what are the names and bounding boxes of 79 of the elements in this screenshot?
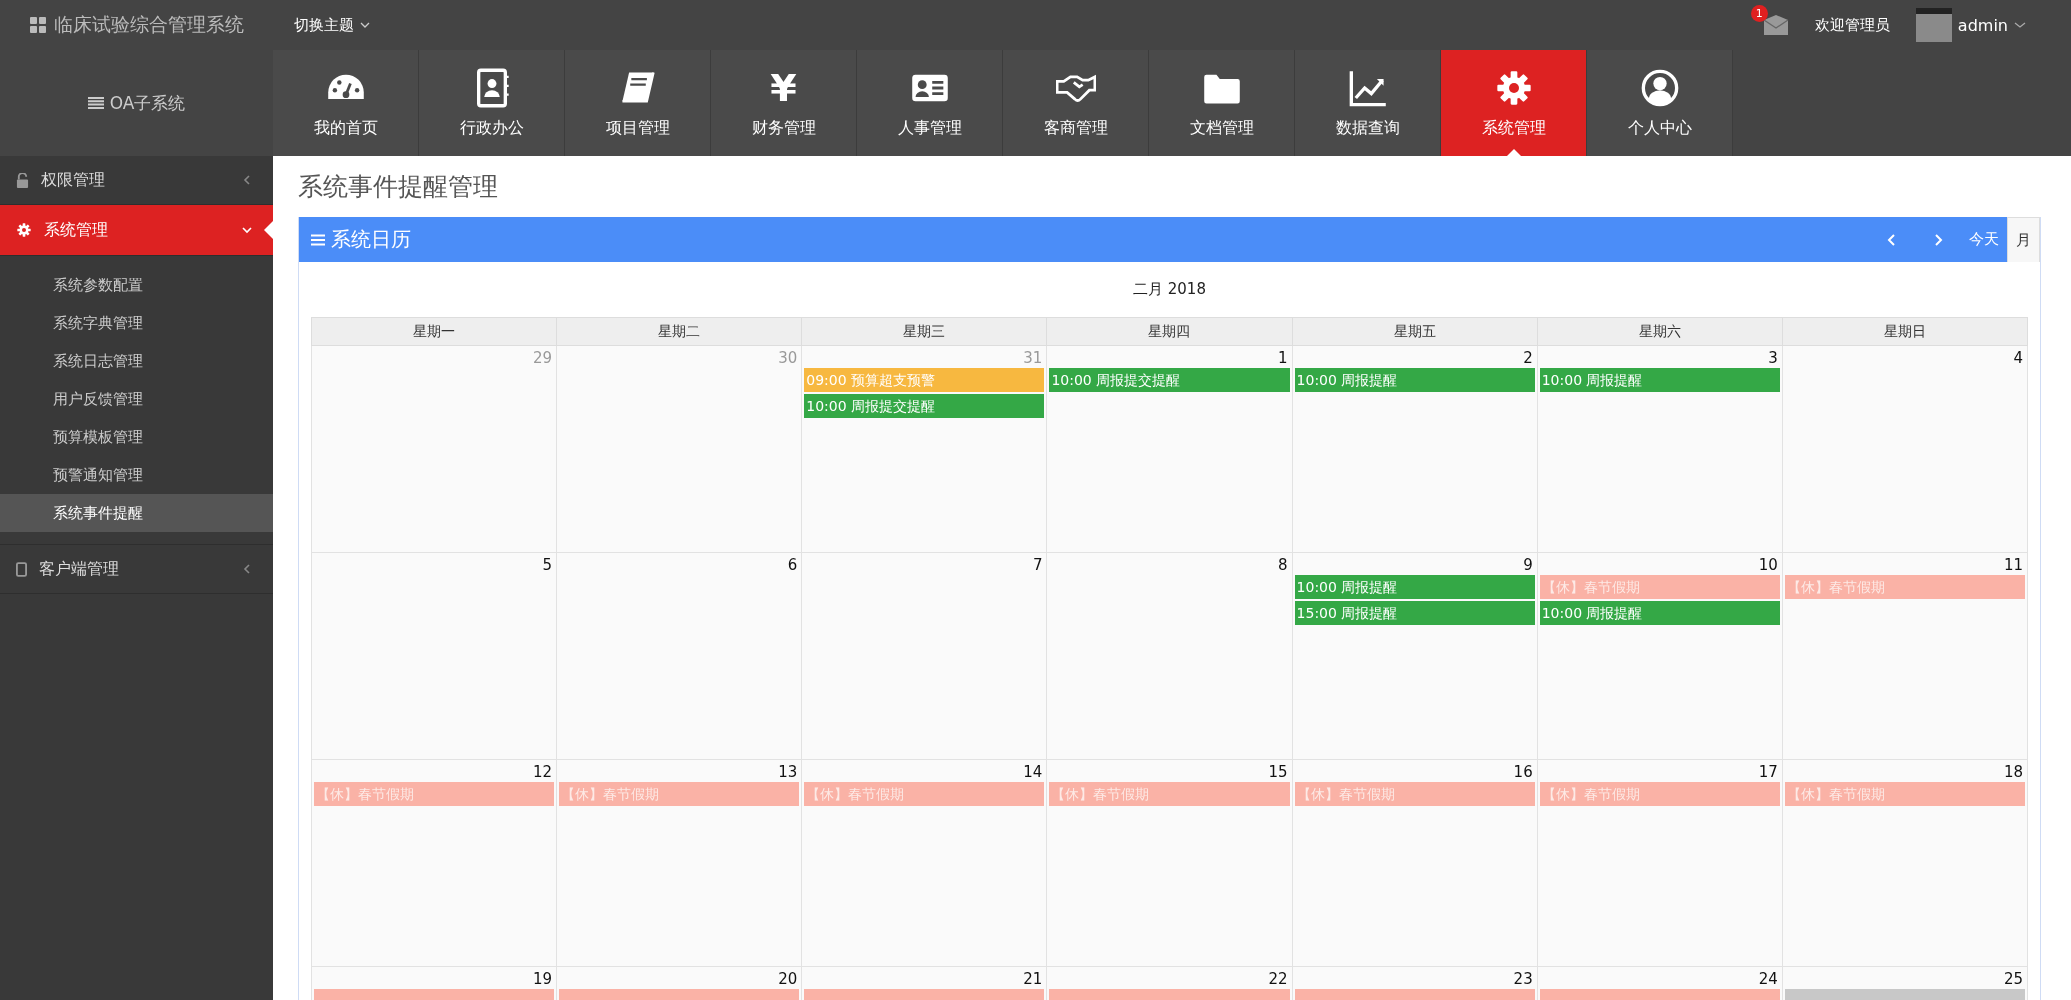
module-tab[interactable]: 系统管理: [1441, 50, 1587, 156]
caret-icon: [360, 21, 370, 29]
day-number: 14: [1022, 762, 1044, 782]
day-number: 2: [1522, 348, 1534, 368]
module-tab[interactable]: 行政办公: [419, 50, 565, 156]
subsystem-title: OA子系统: [109, 91, 186, 115]
sidebar-item[interactable]: 系统字典管理: [0, 304, 273, 342]
day-number: 7: [1031, 555, 1044, 575]
sidebar-item[interactable]: 预警通知管理: [0, 456, 273, 494]
welcome-text: 欢迎管理员: [1814, 15, 1890, 35]
day-number: 19: [532, 969, 554, 989]
sidebar-group[interactable]: 系统管理: [0, 205, 273, 256]
day-number: 23: [1512, 969, 1534, 989]
theme-switch[interactable]: 切换主题: [290, 9, 374, 41]
day-number: 17: [1757, 762, 1779, 782]
sidebar-item[interactable]: 预算模板管理: [0, 418, 273, 456]
day-number: 1: [1277, 348, 1289, 368]
day-number: 29: [532, 348, 554, 368]
day-number: 5: [541, 555, 554, 575]
day-number: 30: [777, 348, 799, 368]
weekday-header: 星期六: [1537, 317, 1783, 346]
day-number: 18: [2002, 762, 2024, 782]
calendar-title: 系统日历: [331, 226, 411, 253]
day-number: 3: [1767, 348, 1779, 368]
module-tab[interactable]: 个人中心: [1587, 50, 1733, 156]
module-tab[interactable]: 人事管理: [857, 50, 1003, 156]
sidebar-item[interactable]: 系统日志管理: [0, 342, 273, 380]
day-number: 13: [777, 762, 799, 782]
day-number: 10: [1757, 555, 1779, 575]
chevron-left-icon: [1887, 233, 1897, 246]
weekday-header: 星期五: [1292, 317, 1538, 346]
user-name[interactable]: admin: [1957, 15, 2008, 35]
module-tab[interactable]: 文档管理: [1149, 50, 1295, 156]
menu-icon: [311, 233, 325, 246]
sidebar-item[interactable]: 系统参数配置: [0, 266, 273, 304]
module-tab[interactable]: 项目管理: [565, 50, 711, 156]
chevron-right-icon: [1933, 233, 1943, 246]
chevron-left-icon: [241, 563, 253, 575]
day-number: 31: [1022, 348, 1044, 368]
sidebar-item[interactable]: 用户反馈管理: [0, 380, 273, 418]
weekday-header: 星期二: [556, 317, 802, 346]
chevron-left-icon: [241, 174, 253, 186]
day-number: 22: [1267, 969, 1289, 989]
chevron-down-icon: [241, 224, 253, 236]
day-number: 20: [777, 969, 799, 989]
app-title: 临床试验综合管理系统: [54, 12, 244, 37]
view-button[interactable]: 月: [2007, 217, 2040, 262]
day-number: 11: [2002, 555, 2024, 575]
weekday-header: 星期三: [801, 317, 1047, 346]
mail-icon[interactable]: [1762, 14, 1789, 36]
grid-icon: [30, 17, 46, 33]
day-number: 8: [1277, 555, 1289, 575]
gear-icon: [16, 222, 32, 238]
day-number: 4: [2012, 348, 2024, 368]
lock-icon: [16, 172, 29, 188]
notification-badge: 1: [1750, 5, 1768, 22]
page-title: 系统事件提醒管理: [298, 171, 498, 203]
module-tab[interactable]: 数据查询: [1295, 50, 1441, 156]
day-number: 12: [532, 762, 554, 782]
module-tab[interactable]: ¥ 财务管理: [711, 50, 857, 156]
weekday-header: 星期一: [311, 317, 557, 346]
day-number: 9: [1522, 555, 1534, 575]
weekday-header: 星期日: [1782, 317, 2028, 346]
sidebar-item[interactable]: 系统事件提醒: [0, 494, 273, 532]
day-number: 16: [1512, 762, 1534, 782]
day-number: 21: [1022, 969, 1044, 989]
user-icon: [1639, 67, 1680, 108]
caret-icon[interactable]: [2014, 21, 2026, 29]
day-number: 24: [1757, 969, 1779, 989]
avatar-photo: [1915, 8, 1952, 42]
menu-icon: [87, 96, 104, 110]
module-tab[interactable]: 我的首页: [273, 50, 419, 156]
month-title: 二月 2018: [1133, 280, 1206, 299]
mobile-icon: [16, 561, 27, 577]
day-number: 6: [786, 555, 799, 575]
day-number: 25: [2002, 969, 2024, 989]
day-number: 15: [1267, 762, 1289, 782]
module-tab[interactable]: 客商管理: [1003, 50, 1149, 156]
weekday-header: 星期四: [1046, 317, 1293, 346]
